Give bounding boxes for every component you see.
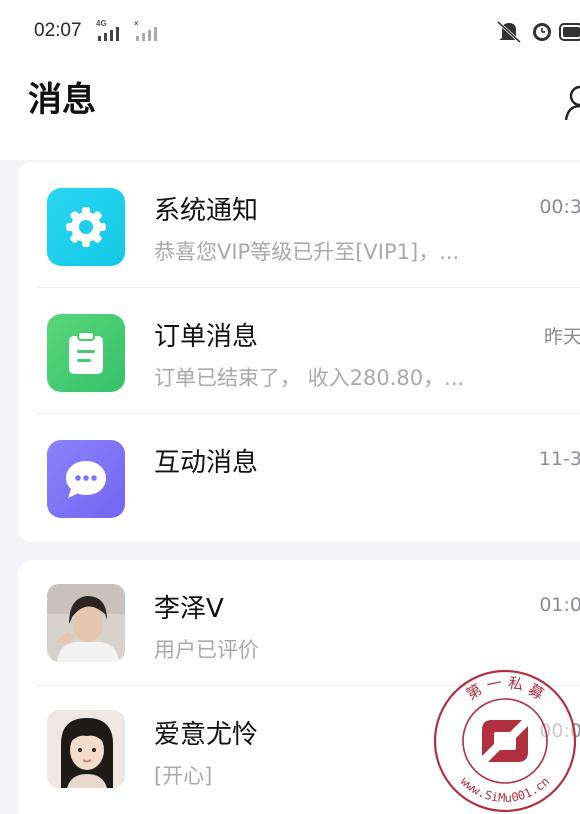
list-item-preview: 订单已结束了， 收入280.80，... <box>154 366 465 390</box>
page-header: 消息 <box>0 64 580 160</box>
avatar <box>47 710 125 788</box>
system-messages-card: 系统通知 恭喜您VIP等级已升至[VIP1]，... 00:3 订单消息 订单已… <box>18 162 580 542</box>
list-item-title: 系统通知 <box>154 196 259 226</box>
page-title: 消息 <box>28 80 96 120</box>
chat-name: 爱意尤怜 <box>154 720 259 750</box>
list-item-title: 订单消息 <box>154 322 259 352</box>
list-item-interaction-messages[interactable]: 互动消息 11-3 <box>18 414 580 540</box>
list-item-order-messages[interactable]: 订单消息 订单已结束了， 收入280.80，... 昨天 <box>18 288 580 414</box>
chat-preview: [开心] <box>154 764 213 788</box>
list-item-time: 11-3 <box>538 448 580 470</box>
clipboard-icon <box>47 314 125 392</box>
list-item-title: 互动消息 <box>154 448 259 478</box>
alarm-icon <box>533 23 551 41</box>
contacts-icon[interactable] <box>562 82 580 122</box>
list-item-preview: 恭喜您VIP等级已升至[VIP1]，... <box>154 240 460 264</box>
list-item-system-notice[interactable]: 系统通知 恭喜您VIP等级已升至[VIP1]，... 00:3 <box>18 162 580 288</box>
list-item-time: 00:3 <box>539 196 580 218</box>
status-bar: 02:07 4G × <box>0 0 580 64</box>
battery-icon <box>559 23 580 41</box>
mute-icon <box>496 20 522 44</box>
chat-time: 01:0 <box>539 594 580 616</box>
watermark-logo: 第 一 私 募 www.SiMu001.cn <box>433 669 577 813</box>
chat-preview: 用户已评价 <box>154 638 259 662</box>
status-time: 02:07 <box>34 20 82 41</box>
status-icons <box>496 18 580 46</box>
chat-bubble-icon <box>47 440 125 518</box>
gear-icon <box>47 188 125 266</box>
list-item-time: 昨天 <box>543 326 580 348</box>
avatar <box>47 584 125 662</box>
chat-name: 李泽V <box>154 594 224 624</box>
